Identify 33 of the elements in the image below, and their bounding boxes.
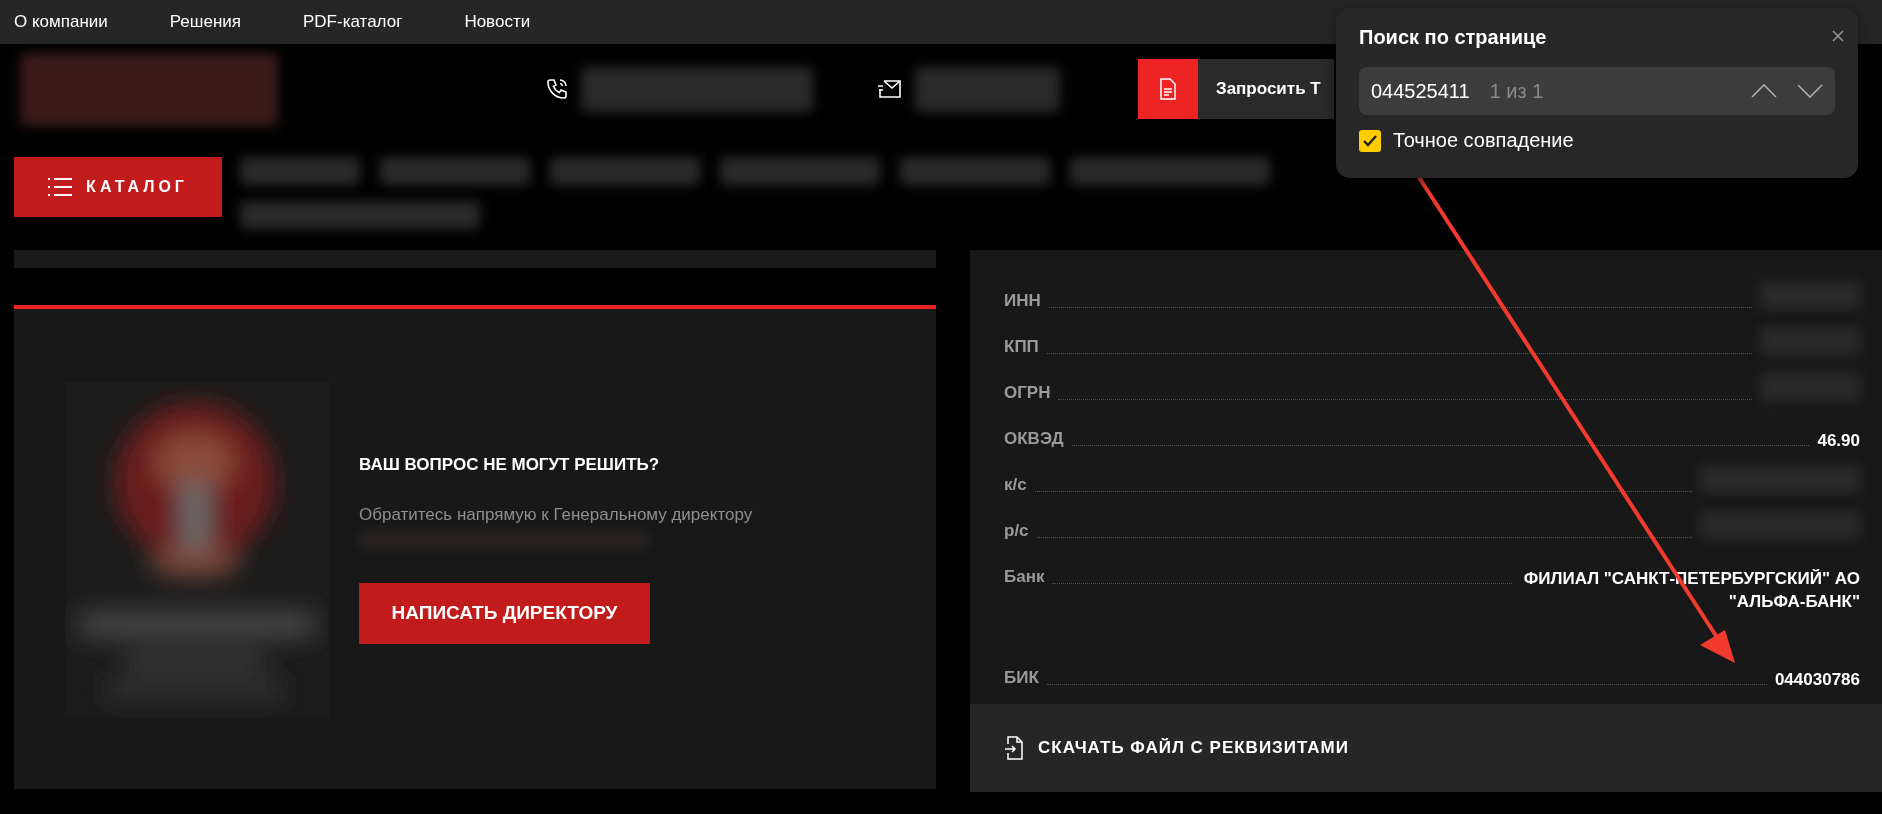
- director-text: Обратитесь напрямую к Генеральному директору: [359, 504, 753, 525]
- phone-icon: [545, 77, 569, 101]
- requisite-label: к/с: [1004, 474, 1027, 495]
- requisite-value: 46.90: [1817, 430, 1860, 452]
- file-import-icon: [1004, 736, 1024, 760]
- exact-match-checkbox[interactable]: [1359, 129, 1381, 152]
- requisite-value: 044030786: [1774, 669, 1860, 691]
- requisite-label: ОКВЭД: [1004, 428, 1064, 449]
- close-icon[interactable]: [1830, 28, 1846, 44]
- nav-link[interactable]: О компании: [14, 12, 108, 32]
- previous-match-icon[interactable]: [1751, 83, 1777, 99]
- check-icon: [1363, 134, 1377, 147]
- requisite-label: ОГРН: [1004, 382, 1051, 403]
- download-requisites-link[interactable]: СКАЧАТЬ ФАЙЛ С РЕКВИЗИТАМИ: [1004, 736, 1349, 760]
- nav-link[interactable]: Решения: [169, 12, 241, 32]
- menu-icon: [48, 178, 73, 196]
- next-match-icon[interactable]: [1797, 83, 1823, 99]
- request-button[interactable]: Запросить Т: [1138, 59, 1334, 119]
- document-icon: [1159, 78, 1177, 100]
- requisite-label: КПП: [1004, 336, 1039, 357]
- catalog-button[interactable]: КАТАЛОГ: [14, 157, 222, 217]
- requisite-label: Банк: [1004, 566, 1045, 587]
- checkbox-label: Точное совпадение: [1393, 129, 1574, 152]
- write-director-button[interactable]: НАПИСАТЬ ДИРЕКТОРУ: [359, 582, 650, 644]
- requisite-label: БИК: [1004, 667, 1039, 688]
- director-heading: ВАШ ВОПРОС НЕ МОГУТ РЕШИТЬ?: [359, 454, 661, 475]
- search-field[interactable]: 044525411 1 из 1: [1359, 67, 1835, 115]
- requisite-label: р/с: [1004, 520, 1029, 541]
- find-title: Поиск по странице: [1359, 26, 1548, 49]
- nav-link[interactable]: Новости: [464, 12, 531, 32]
- mail-icon: [877, 78, 903, 100]
- nav-link[interactable]: PDF-каталог: [303, 12, 403, 32]
- requisite-label: ИНН: [1004, 290, 1041, 311]
